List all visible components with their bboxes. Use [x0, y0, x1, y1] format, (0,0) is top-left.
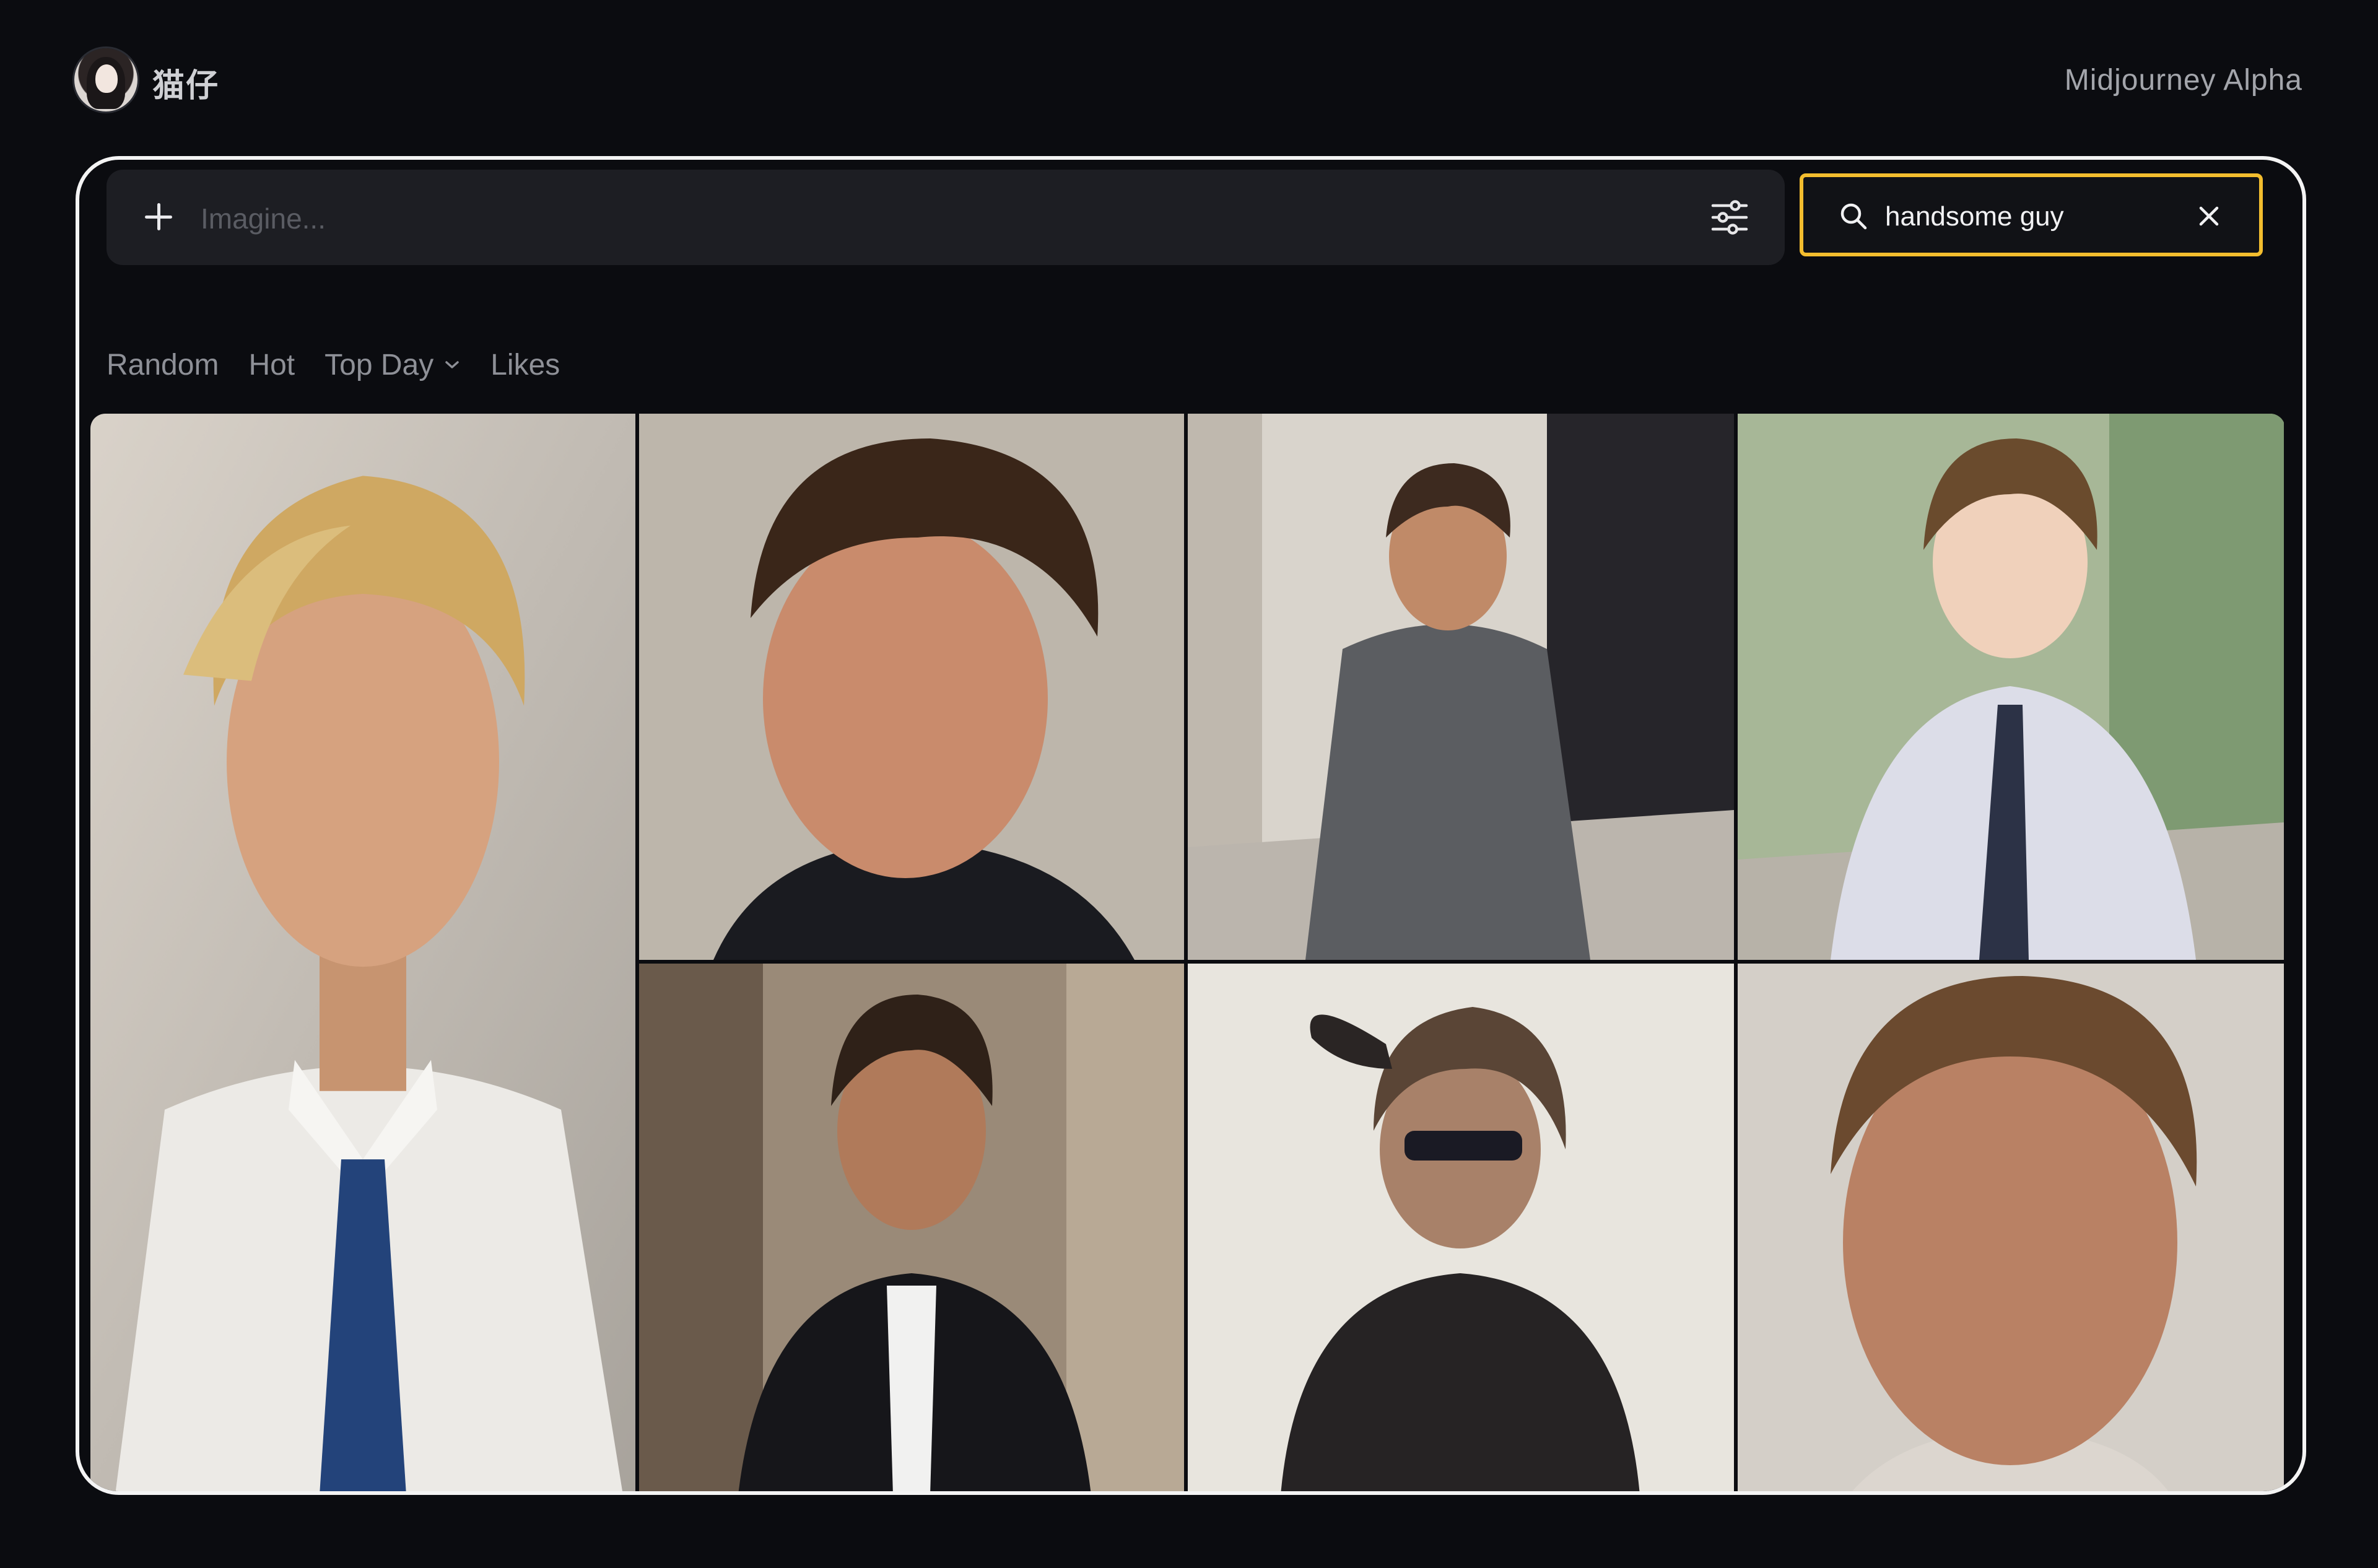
tab-top-day[interactable]: Top Day	[324, 348, 461, 382]
chevron-down-icon	[445, 361, 459, 368]
gallery-image[interactable]	[639, 414, 1184, 960]
gallery-image[interactable]	[1188, 964, 1734, 1491]
imagine-input[interactable]	[199, 193, 1676, 244]
main-panel: Random Hot Top Day Likes	[76, 156, 2306, 1495]
top-header: 猫仔 Midjourney Alpha	[0, 0, 2378, 155]
app-title: Midjourney Alpha	[2064, 64, 2302, 97]
search-box[interactable]	[1800, 173, 2263, 256]
sort-tabs: Random Hot Top Day Likes	[107, 343, 560, 386]
tab-hot[interactable]: Hot	[248, 348, 295, 382]
tab-random[interactable]: Random	[107, 348, 219, 382]
tab-likes[interactable]: Likes	[490, 348, 560, 382]
gallery-image[interactable]	[90, 414, 635, 1491]
search-input[interactable]	[1884, 196, 2184, 238]
close-icon[interactable]	[2196, 203, 2222, 229]
plus-icon[interactable]	[140, 198, 177, 235]
tab-top-day-label: Top Day	[324, 348, 434, 381]
gallery-image[interactable]	[639, 964, 1184, 1491]
avatar[interactable]	[74, 48, 137, 111]
image-gallery	[90, 414, 2285, 1491]
sliders-icon[interactable]	[1709, 197, 1750, 238]
gallery-image[interactable]	[1738, 964, 2284, 1491]
prompt-bar	[107, 170, 1785, 265]
username[interactable]: 猫仔	[152, 59, 219, 106]
search-icon	[1838, 201, 1869, 232]
gallery-image[interactable]	[1188, 414, 1734, 960]
gallery-image[interactable]	[1738, 414, 2284, 960]
avatar-face	[95, 64, 118, 93]
